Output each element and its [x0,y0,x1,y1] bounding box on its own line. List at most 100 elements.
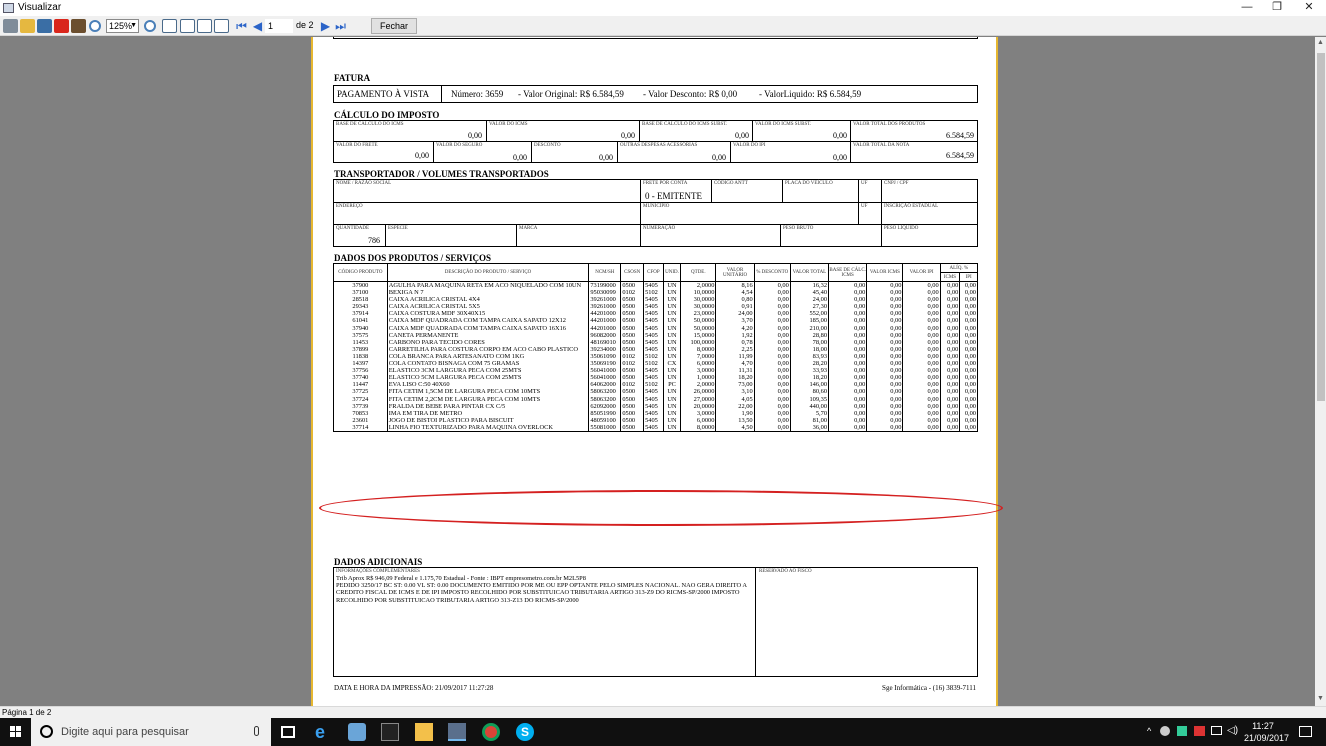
table-cell: 0,00 [959,381,978,389]
microphone-icon[interactable] [254,726,259,736]
table-cell: 26,0000 [680,388,717,396]
table-cell: 0,00 [939,310,961,318]
close-window-button[interactable]: ✕ [1292,0,1326,16]
table-cell: CAIXA MDF QUADRADA COM TAMPA CAIXA SAPAT… [386,324,590,332]
minimize-button[interactable]: — [1230,0,1264,16]
chevron-down-icon: ▼ [130,22,137,29]
table-cell: 5405 [643,388,664,396]
numeracao-label: NUMERAÇÃO [643,226,676,231]
table-cell: 0,00 [866,331,904,339]
table-cell: 0,00 [939,402,961,410]
notifications-icon[interactable] [1299,726,1312,737]
table-cell: 28,20 [789,360,830,368]
window-title: Visualizar [18,2,62,13]
scroll-down-icon[interactable]: ▼ [1315,695,1326,702]
table-cell: UN [662,310,682,318]
viewer-app-icon[interactable] [448,723,466,741]
chrome-icon[interactable] [482,723,500,741]
table-cell: UN [662,289,682,297]
system-clock[interactable]: 11:27 21/09/2017 [1244,720,1289,744]
table-cell: 5405 [643,367,664,375]
binoculars-icon[interactable] [71,19,86,33]
edge-icon[interactable]: e [315,723,333,741]
page-number-input[interactable]: 1 [265,19,293,33]
table-cell: 0,00 [902,423,941,432]
tray-alert-icon[interactable] [1194,726,1205,736]
toolbar: 125% ▼ ⏮ ◀ 1 de 2 ▶ ⏭ Fechar [0,16,1326,36]
last-page-icon[interactable]: ⏭ [333,19,348,33]
table-cell: 3,0000 [680,409,717,417]
municipio-label: MUNICÍPIO [643,204,670,209]
table-cell: 0,00 [939,281,961,290]
table-cell: 5405 [643,338,664,346]
tray-display-icon[interactable] [1211,726,1222,735]
volume-icon[interactable]: ◁) [1227,725,1238,736]
restore-button[interactable]: ❐ [1260,0,1294,16]
table-cell: 0,00 [828,416,868,424]
next-page-icon[interactable]: ▶ [318,19,333,33]
print-icon[interactable] [3,19,18,33]
table-cell: EVA LISO C:50 40X60 [386,381,590,389]
table-cell: 85051990 [588,409,622,417]
table-cell: 5405 [643,310,664,318]
table-cell: 0,00 [828,338,868,346]
save-icon[interactable] [37,19,52,33]
table-row: 14397 COLA CONTATO BISNAGA COM 75 GRAMAS 3… [333,360,978,368]
scroll-up-icon[interactable]: ▲ [1315,39,1326,46]
previous-page-icon[interactable]: ◀ [250,19,265,33]
table-cell: 0,00 [866,360,904,368]
table-cell: 5405 [643,331,664,339]
table-cell: 0,00 [753,374,791,382]
table-cell: 44201000 [588,317,622,325]
table-cell: 0,00 [959,345,978,353]
fatura-net-value: - ValorLiquido: R$ 6.584,59 [759,89,862,99]
imposto-row-1: BASE DE CÁLCULO DO ICMS 0,00 VALOR DO IC… [333,120,978,142]
page-count: de 2 [296,20,314,30]
tray-chevron-icon[interactable]: ^ [1147,726,1151,736]
single-page-icon[interactable] [162,19,177,33]
peso-liquido-label: PESO LÍQUIDO [884,226,919,231]
document-viewport[interactable]: FATURA PAGAMENTO À VISTA Número: 3659 - … [0,37,1315,706]
task-view-icon[interactable] [281,726,295,738]
col-header: BASE DE CÁLC. ICMS [828,263,868,282]
file-explorer-icon[interactable] [415,723,433,741]
open-folder-icon[interactable] [20,19,35,33]
app-icon-1[interactable] [348,723,366,741]
two-pages-icon[interactable] [180,19,195,33]
table-cell: 0,00 [828,395,868,403]
zoom-out-icon[interactable] [144,20,156,32]
table-cell: 0,00 [939,289,961,297]
table-cell: 0,00 [866,409,904,417]
windows-start-icon[interactable] [10,726,22,738]
table-cell: 96082000 [588,331,622,339]
terminal-icon[interactable] [381,723,399,741]
first-page-icon[interactable]: ⏮ [234,19,249,33]
taskbar-search[interactable]: Digite aqui para pesquisar [31,718,271,746]
table-cell: 5405 [643,423,664,432]
table-cell: 100,0000 [680,338,717,346]
vertical-scrollbar[interactable]: ▲ ▼ [1315,37,1326,706]
zoom-icon[interactable] [89,20,101,32]
table-cell: CARBONO PARA TECIDO CORES [386,338,590,346]
table-cell: 5405 [643,317,664,325]
fechar-button[interactable]: Fechar [371,18,417,34]
produtos-heading: DADOS DOS PRODUTOS / SERVIÇOS [334,253,492,263]
table-cell: UN [662,345,682,353]
imposto-label: VALOR DO ICMS SUBST. [755,122,812,127]
quantidade-label: QUANTIDADE [336,226,370,231]
skype-icon[interactable]: S [516,723,534,741]
table-cell: 0,00 [753,310,791,318]
table-cell: 0500 [620,367,645,375]
multi-page-icon[interactable] [197,19,212,33]
pdf-export-icon[interactable] [54,19,69,33]
table-cell: 81,00 [789,416,830,424]
page-setup-icon[interactable] [214,19,229,33]
scrollbar-thumb[interactable] [1317,53,1325,401]
table-cell: CAIXA ACRILICA CRISTAL 5X5 [386,303,590,311]
table-cell: 0,00 [828,281,868,290]
tray-user-icon[interactable] [1160,726,1170,736]
zoom-select[interactable]: 125% ▼ [106,19,139,33]
table-cell: 0,00 [939,381,961,389]
tray-network-icon[interactable] [1177,726,1187,736]
imposto-value: 6.584,59 [946,131,974,140]
